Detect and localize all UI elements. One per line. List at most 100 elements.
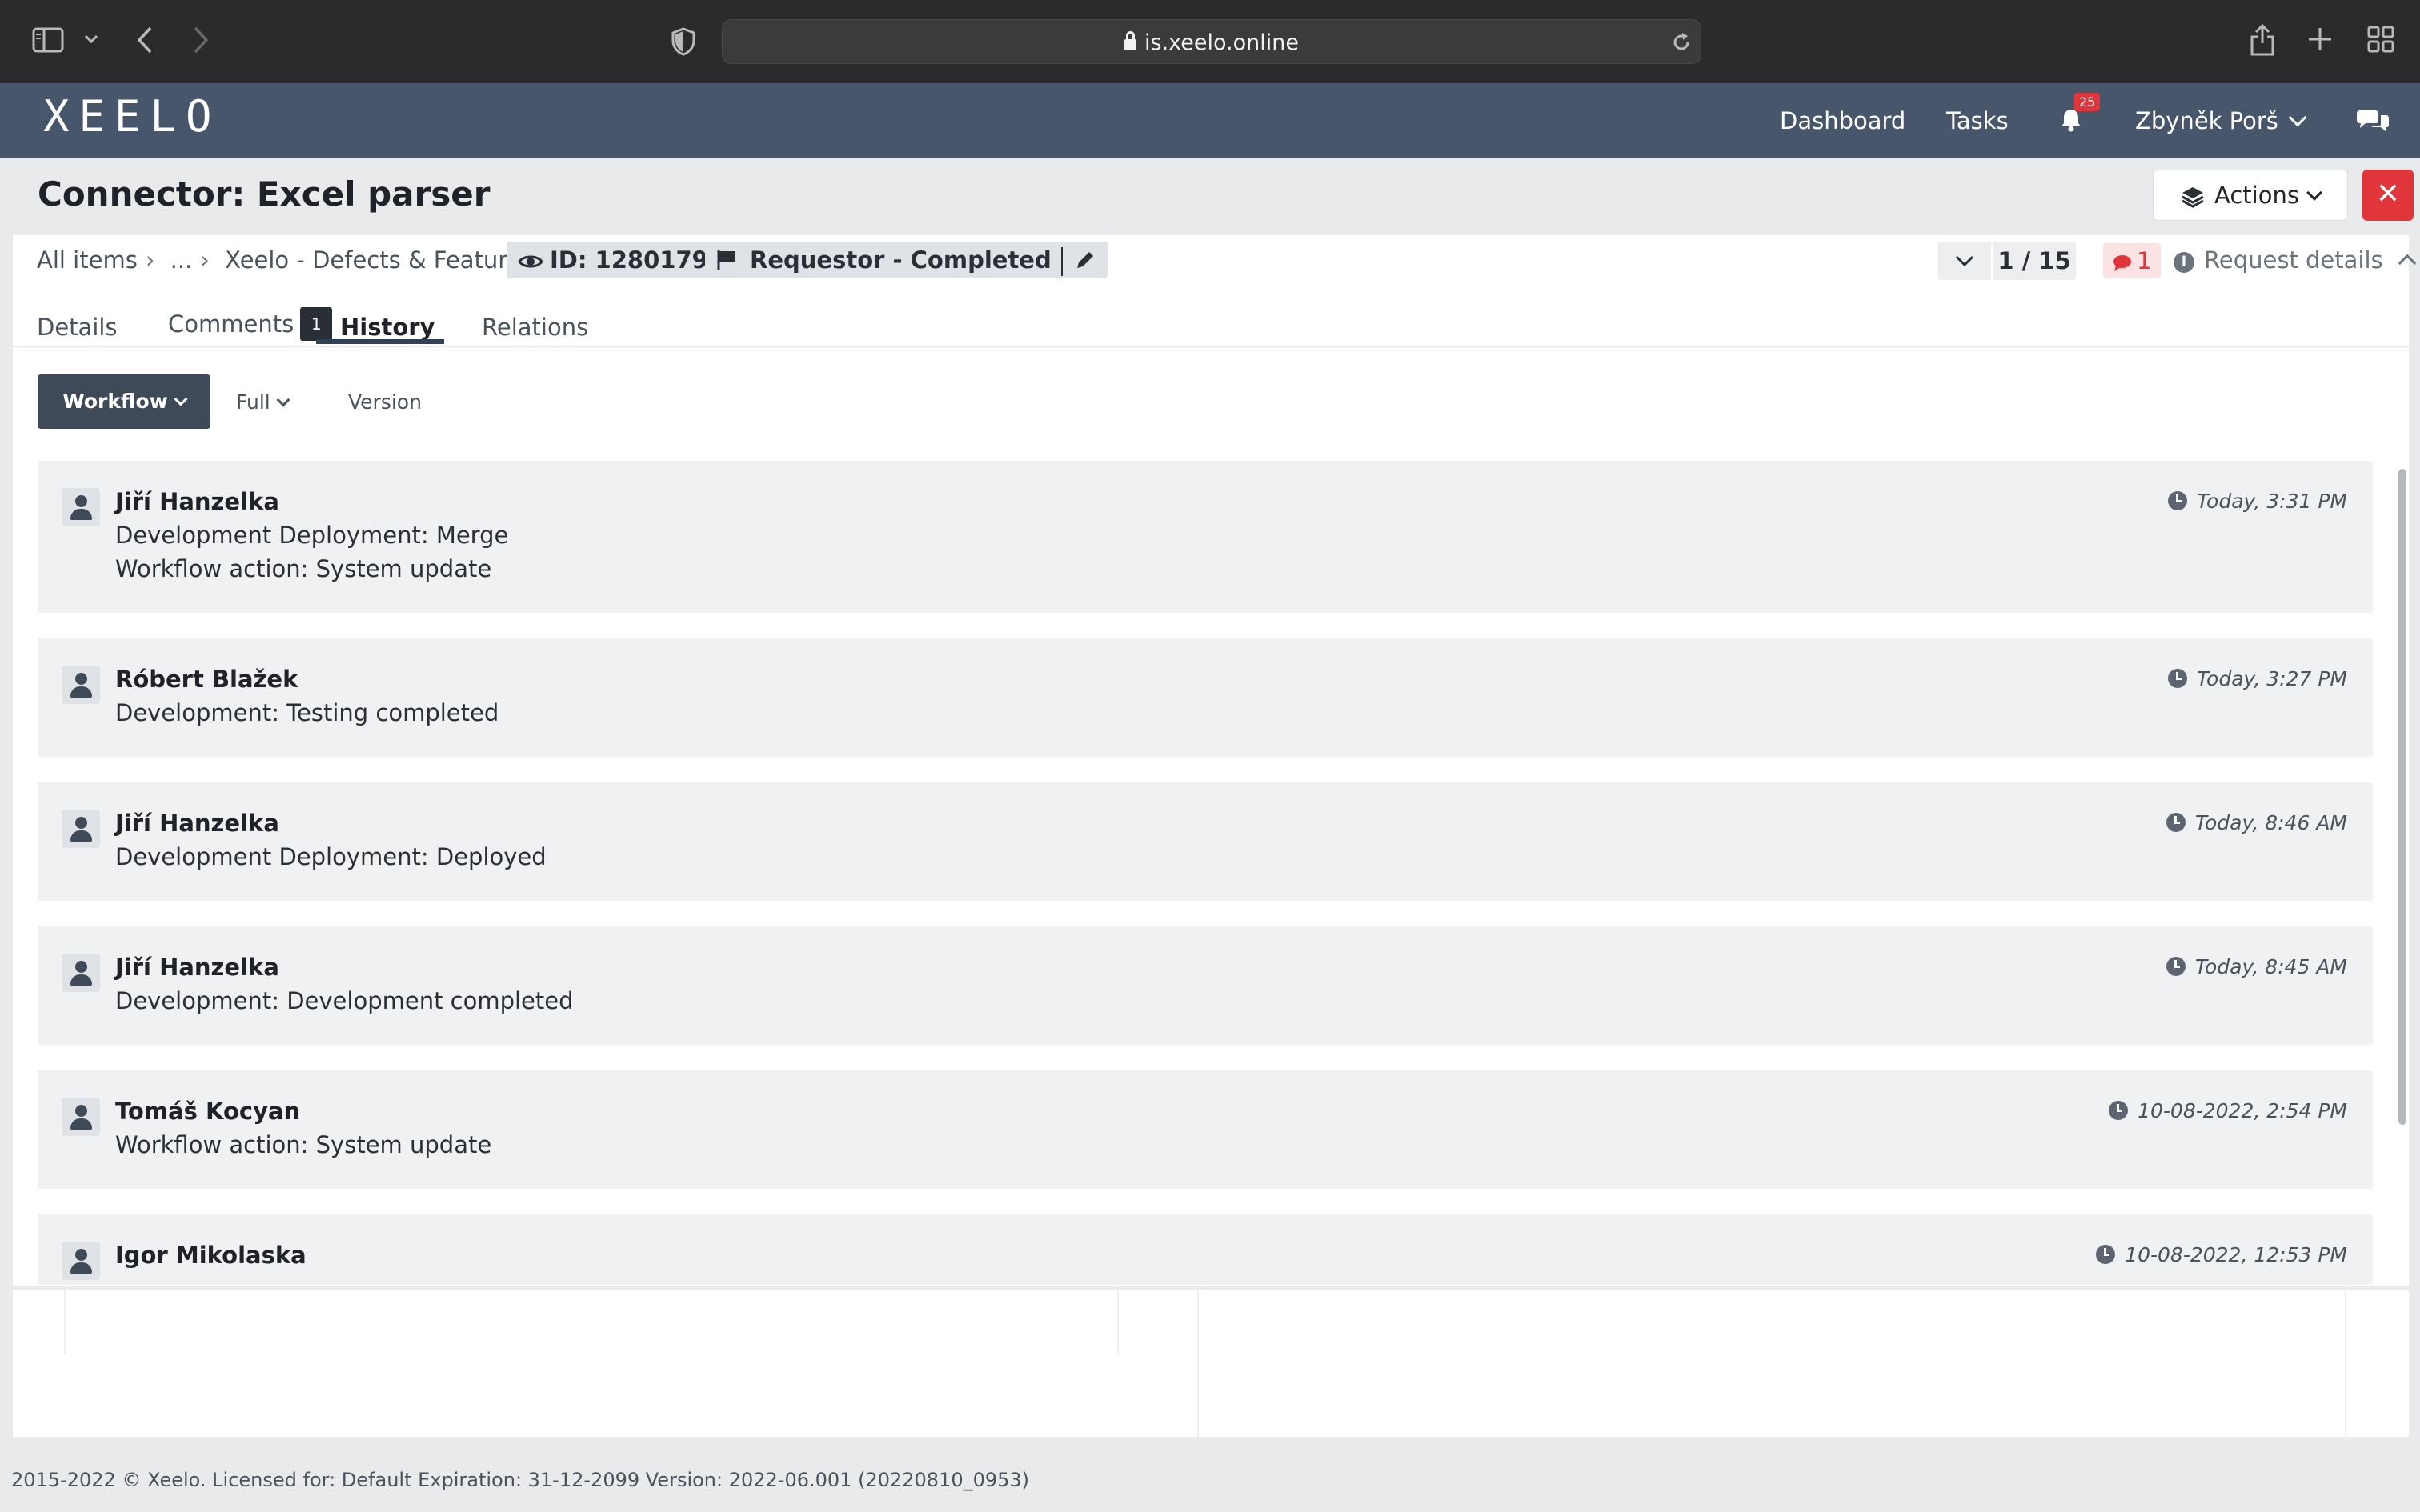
history-timestamp: Today, 3:31 PM xyxy=(2196,490,2347,513)
history-user: Tomáš Kocyan xyxy=(115,1098,301,1125)
clock-icon xyxy=(2167,669,2187,688)
history-timestamp: 10-08-2022, 2:54 PM xyxy=(2138,1099,2347,1122)
actions-label: Actions xyxy=(2214,182,2299,209)
history-change: Development: Development completed xyxy=(115,987,574,1014)
history-user: Róbert Blažek xyxy=(115,666,298,693)
eye-icon xyxy=(518,255,543,268)
history-entry: Róbert Blažek Development: Testing compl… xyxy=(38,638,2373,757)
item-id-badge[interactable]: ID: 1280179 xyxy=(507,242,719,278)
history-timestamp: Today, 8:45 AM xyxy=(2194,955,2347,978)
history-user: Igor Mikolaska xyxy=(115,1242,307,1269)
history-time: 10-08-2022, 12:53 PM xyxy=(2096,1243,2347,1266)
history-entry: Jiří Hanzelka Development Deployment: De… xyxy=(38,782,2373,901)
full-filter-label: Full xyxy=(236,390,270,414)
footer-license: 2015-2022 © Xeelo. Licensed for: Default… xyxy=(11,1469,1030,1491)
lock-icon xyxy=(1124,31,1136,50)
history-user: Jiří Hanzelka xyxy=(115,810,279,837)
history-entry: Igor Mikolaska 10-08-2022, 12:53 PM xyxy=(38,1214,2373,1285)
new-tab-icon[interactable] xyxy=(2306,26,2334,53)
address-bar[interactable]: is.xeelo.online xyxy=(722,19,1701,64)
user-icon xyxy=(62,1098,100,1136)
clock-icon xyxy=(2166,957,2186,976)
history-timestamp: Today, 3:27 PM xyxy=(2196,667,2347,690)
history-entry: Tomáš Kocyan Workflow action: System upd… xyxy=(38,1070,2373,1189)
version-filter[interactable]: Version xyxy=(348,390,422,414)
shield-icon[interactable] xyxy=(671,27,696,56)
history-user: Jiří Hanzelka xyxy=(115,488,279,515)
user-icon xyxy=(62,488,100,526)
chevron-down-icon xyxy=(2306,185,2322,201)
url-text: is.xeelo.online xyxy=(723,30,1701,55)
flag-icon xyxy=(717,250,735,270)
notification-badge: 25 xyxy=(2074,93,2101,111)
sidebar-toggle-icon[interactable] xyxy=(32,27,64,53)
history-user: Jiří Hanzelka xyxy=(115,954,279,981)
browser-toolbar: is.xeelo.online xyxy=(0,0,2420,83)
nav-tasks[interactable]: Tasks xyxy=(1946,107,2009,134)
history-timestamp: Today, 8:46 AM xyxy=(2194,811,2347,834)
history-time: 10-08-2022, 2:54 PM xyxy=(2109,1099,2347,1122)
actions-button[interactable]: Actions xyxy=(2153,170,2348,221)
breadcrumb-project[interactable]: Xeelo - Defects & Features xyxy=(225,246,533,274)
breadcrumb-separator: › xyxy=(200,246,210,274)
history-time: Today, 8:45 AM xyxy=(2166,955,2347,978)
clock-icon xyxy=(2166,813,2186,832)
item-panel: All items › ... › Xeelo - Defects & Featur… xyxy=(13,235,2416,1286)
request-details-toggle[interactable]: i Request details xyxy=(2174,246,2416,274)
divider xyxy=(1197,1290,1199,1437)
clock-icon xyxy=(2167,491,2187,510)
reload-icon[interactable] xyxy=(1670,31,1693,54)
divider xyxy=(2345,1290,2346,1437)
user-icon xyxy=(62,1242,100,1280)
pager-position: 1 / 15 xyxy=(1993,242,2076,280)
tab-relations[interactable]: Relations xyxy=(482,314,588,341)
pencil-icon[interactable] xyxy=(1074,249,1096,271)
tab-divider xyxy=(13,346,2409,347)
pager-dropdown[interactable] xyxy=(1938,242,1991,280)
tab-overview-icon[interactable] xyxy=(2367,26,2394,53)
clock-icon xyxy=(2109,1101,2129,1120)
clock-icon xyxy=(2096,1245,2116,1264)
history-time: Today, 3:27 PM xyxy=(2167,667,2347,690)
share-icon[interactable] xyxy=(2249,22,2276,58)
chat-icon[interactable] xyxy=(2356,109,2390,133)
user-icon xyxy=(62,810,100,848)
xeelo-logo[interactable]: XEELO xyxy=(43,91,222,142)
url-value: is.xeelo.online xyxy=(1144,30,1299,55)
workflow-filter-label: Workflow xyxy=(62,390,168,413)
breadcrumb-ellipsis[interactable]: ... xyxy=(170,246,193,274)
active-tab-indicator xyxy=(316,339,444,344)
info-icon: i xyxy=(2174,252,2194,273)
tab-comments[interactable]: Comments 1 xyxy=(168,307,333,341)
workflow-filter-button[interactable]: Workflow xyxy=(38,374,210,429)
history-change: Development Deployment: Deployed xyxy=(115,843,547,870)
app-navbar: XEELO Dashboard Tasks 25 Zbyněk Porš xyxy=(0,83,2420,158)
workflow-state: Requestor - Completed xyxy=(750,246,1052,274)
scrollbar-thumb[interactable] xyxy=(2398,469,2406,1125)
message-badge[interactable]: 1 xyxy=(2103,243,2162,278)
divider xyxy=(1060,247,1063,276)
tab-history[interactable]: History xyxy=(340,314,435,341)
breadcrumb-all-items[interactable]: All items xyxy=(37,246,138,274)
tab-comments-label: Comments xyxy=(168,310,294,338)
forward-icon[interactable] xyxy=(192,26,210,54)
comments-count-badge: 1 xyxy=(300,307,333,341)
history-time: Today, 8:46 AM xyxy=(2166,811,2347,834)
close-button[interactable]: ✕ xyxy=(2362,170,2414,221)
back-icon[interactable] xyxy=(136,26,154,54)
history-list: Jiří Hanzelka Development Deployment: Me… xyxy=(38,461,2373,1285)
user-menu[interactable]: Zbyněk Porš xyxy=(2135,107,2307,134)
message-count: 1 xyxy=(2137,247,2152,274)
background-panel xyxy=(13,1290,2409,1437)
tab-details[interactable]: Details xyxy=(37,314,118,341)
chevron-down-icon[interactable] xyxy=(83,34,99,45)
comment-icon xyxy=(2113,255,2131,271)
full-filter-dropdown[interactable]: Full xyxy=(236,390,290,414)
chevron-down-icon xyxy=(1955,255,1974,267)
history-change: Development Deployment: Merge xyxy=(115,522,509,549)
workflow-state-badge[interactable]: Requestor - Completed xyxy=(705,242,1108,278)
user-icon xyxy=(62,954,100,992)
history-scrollbar[interactable] xyxy=(2394,461,2409,1285)
chevron-up-icon xyxy=(2398,254,2416,273)
nav-dashboard[interactable]: Dashboard xyxy=(1780,107,1905,134)
